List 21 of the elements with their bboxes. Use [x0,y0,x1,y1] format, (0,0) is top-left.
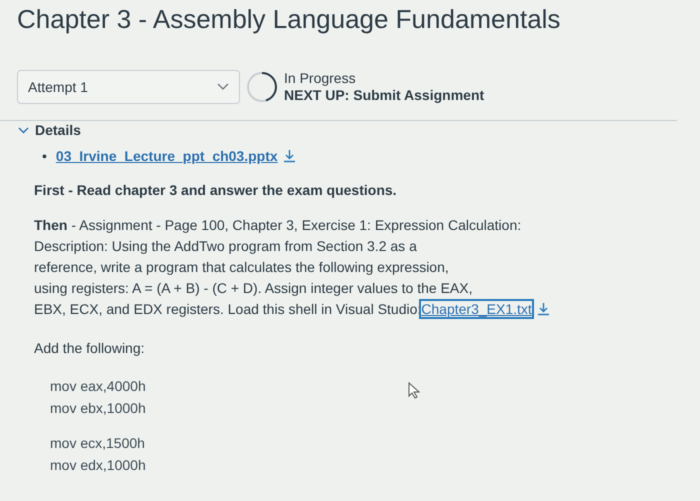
chevron-down-icon [217,83,229,91]
add-heading: Add the following: [34,339,146,358]
intro-text: First - Read chapter 3 and answer the exam questions. [34,181,398,200]
code-line: mov eax,4000h [50,377,146,396]
download-icon[interactable] [536,302,550,316]
download-icon[interactable] [282,149,296,163]
attempt-dropdown[interactable]: Attempt 1 [17,70,240,104]
chevron-icon [18,126,29,134]
code-line: mov ebx,1000h [50,399,146,418]
shell-file-link[interactable]: Chapter3_EX1.txt [421,301,532,317]
attachment-link[interactable]: 03_Irvine_Lecture_ppt_ch03.pptx [56,148,278,164]
assignment-description: Then - Assignment - Page 100, Chapter 3, Exercise 1: Expression Calculation: Description: Using the AddTwo program from Section 3.2 as a reference, write a program that calculates the following expression, using registers: A = (A + B) - (C + D). Assign integer values to the EAX, EBX, ECX, and EDX registers. Load this shell in Visual Studio:Chapter3_EX1.txt [34,215,700,320]
code-line: mov edx,1000h [50,456,146,475]
list-bullet: • [42,148,47,164]
progress-ring-icon [246,71,278,103]
details-toggle[interactable]: Details [18,122,81,138]
mouse-pointer-icon [408,382,420,399]
next-up-text: NEXT UP: Submit Assignment [284,87,484,104]
code-line: mov ecx,1500h [50,434,145,453]
page-title: Chapter 3 - Assembly Language Fundamentals [17,3,562,36]
status-text: In Progress [284,70,357,87]
